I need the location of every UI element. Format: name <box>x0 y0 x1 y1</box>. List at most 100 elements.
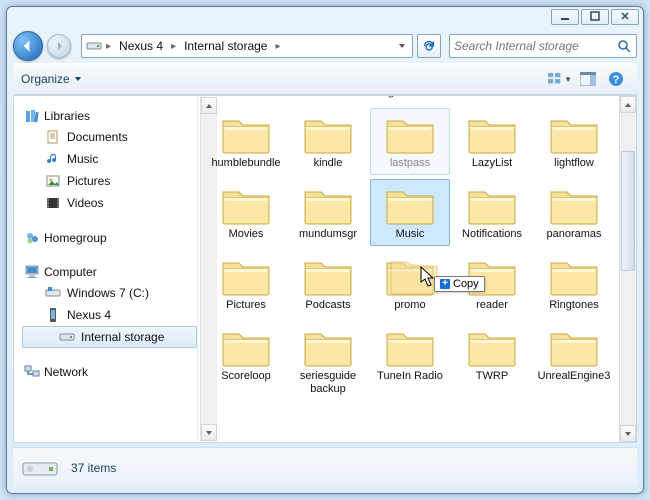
computer-icon <box>24 264 40 280</box>
folder-label: Scoreloop <box>221 370 271 383</box>
folder-grid: geCache humblebundlekindle lastpass LazyLis… <box>206 96 614 401</box>
organize-label: Organize <box>21 72 70 86</box>
refresh-button[interactable] <box>417 34 441 58</box>
nav-documents[interactable]: Documents <box>22 126 197 148</box>
preview-pane-button[interactable] <box>575 68 601 90</box>
address-dropdown[interactable] <box>394 42 410 50</box>
folder-item[interactable]: Scoreloop <box>206 321 286 401</box>
chevron-right-icon[interactable]: ▸ <box>169 41 178 52</box>
nav-device[interactable]: Nexus 4 <box>22 304 197 326</box>
content-pane[interactable]: geCache humblebundlekindle lastpass LazyLis… <box>198 96 636 442</box>
folder-item[interactable]: mundumsgr <box>288 179 368 246</box>
folder-label: mundumsgr <box>299 228 357 241</box>
folder-label: lightflow <box>554 157 594 170</box>
folder-icon <box>466 326 518 368</box>
folder-icon <box>548 255 600 297</box>
search-box[interactable] <box>449 34 637 58</box>
body: Libraries Documents Music Pictures Video… <box>13 95 637 443</box>
search-icon[interactable] <box>616 38 632 54</box>
drive-icon <box>21 454 59 482</box>
close-button[interactable] <box>611 9 639 25</box>
content-scrollbar[interactable] <box>619 96 636 442</box>
folder-item[interactable]: TuneIn Radio <box>370 321 450 401</box>
explorer-window: ▸ Nexus 4 ▸ Internal storage ▸ Organize <box>6 6 644 494</box>
forward-button[interactable] <box>47 34 71 58</box>
folder-item[interactable]: lastpass <box>370 108 450 175</box>
breadcrumb-device[interactable]: Nexus 4 <box>113 35 169 57</box>
nav-pictures[interactable]: Pictures <box>22 170 197 192</box>
nav-label: Music <box>67 152 98 166</box>
nav-label: Homegroup <box>44 231 107 245</box>
nav-label: Documents <box>67 130 128 144</box>
document-icon <box>45 129 61 145</box>
scroll-up-button[interactable] <box>620 96 636 113</box>
scroll-track[interactable] <box>620 113 636 425</box>
folder-item[interactable]: TWRP <box>452 321 532 401</box>
svg-text:?: ? <box>613 74 620 86</box>
drive-icon <box>86 38 102 54</box>
folder-label: lastpass <box>390 157 430 170</box>
status-count: 37 items <box>71 461 116 475</box>
folder-item[interactable]: kindle <box>288 108 368 175</box>
folder-label: Ringtones <box>549 299 599 312</box>
folder-label: Podcasts <box>305 299 350 312</box>
folder-item[interactable]: humblebundle <box>206 108 286 175</box>
search-input[interactable] <box>454 39 616 53</box>
folder-item[interactable]: geCache <box>370 96 450 104</box>
nav-label: Libraries <box>44 109 90 123</box>
view-button[interactable]: ▼ <box>547 68 573 90</box>
folder-item[interactable] <box>534 96 614 104</box>
folder-label: panoramas <box>546 228 601 241</box>
folder-item[interactable]: seriesguide backup <box>288 321 368 401</box>
back-button[interactable] <box>13 31 43 61</box>
network-icon <box>24 364 40 380</box>
chevron-right-icon[interactable]: ▸ <box>104 41 113 52</box>
folder-icon <box>384 326 436 368</box>
chevron-right-icon[interactable]: ▸ <box>273 41 282 52</box>
address-bar[interactable]: ▸ Nexus 4 ▸ Internal storage ▸ <box>81 34 413 58</box>
nav-label: Computer <box>44 265 97 279</box>
folder-label: Music <box>396 228 425 241</box>
folder-item[interactable] <box>206 96 286 104</box>
nav-videos[interactable]: Videos <box>22 192 197 214</box>
folder-item[interactable]: Movies <box>206 179 286 246</box>
folder-icon <box>220 255 272 297</box>
maximize-button[interactable] <box>581 9 609 25</box>
folder-item[interactable] <box>452 96 532 104</box>
folder-item[interactable]: lightflow <box>534 108 614 175</box>
folder-item[interactable]: Podcasts <box>288 250 368 317</box>
folder-item[interactable]: Notifications <box>452 179 532 246</box>
breadcrumb-location[interactable]: Internal storage <box>178 35 273 57</box>
nav-music[interactable]: Music <box>22 148 197 170</box>
nav-homegroup[interactable]: Homegroup <box>22 228 197 248</box>
folder-icon <box>384 255 436 297</box>
folder-item[interactable] <box>288 96 368 104</box>
nav-label: Windows 7 (C:) <box>67 286 149 300</box>
nav-computer[interactable]: Computer <box>22 262 197 282</box>
folder-item[interactable]: panoramas <box>534 179 614 246</box>
nav-internal-storage[interactable]: Internal storage <box>22 326 197 348</box>
folder-item[interactable]: UnrealEngine3 <box>534 321 614 401</box>
folder-icon <box>302 326 354 368</box>
folder-icon <box>302 255 354 297</box>
minimize-button[interactable] <box>551 9 579 25</box>
scroll-thumb[interactable] <box>621 151 635 271</box>
homegroup-icon <box>24 230 40 246</box>
status-bar: 37 items <box>13 447 637 487</box>
help-button[interactable]: ? <box>603 68 629 90</box>
videos-icon <box>45 195 61 211</box>
folder-label: Pictures <box>226 299 266 312</box>
nav-drive-c[interactable]: Windows 7 (C:) <box>22 282 197 304</box>
folder-label: TuneIn Radio <box>377 370 443 383</box>
nav-libraries[interactable]: Libraries <box>22 106 197 126</box>
nav-network[interactable]: Network <box>22 362 197 382</box>
folder-item[interactable]: Ringtones <box>534 250 614 317</box>
drive-icon <box>59 329 75 345</box>
folder-item[interactable]: Pictures <box>206 250 286 317</box>
scroll-down-button[interactable] <box>620 425 636 442</box>
folder-item[interactable]: Music <box>370 179 450 246</box>
organize-menu[interactable]: Organize <box>21 72 82 86</box>
folder-icon <box>548 113 600 155</box>
folder-icon <box>548 326 600 368</box>
folder-item[interactable]: LazyList <box>452 108 532 175</box>
